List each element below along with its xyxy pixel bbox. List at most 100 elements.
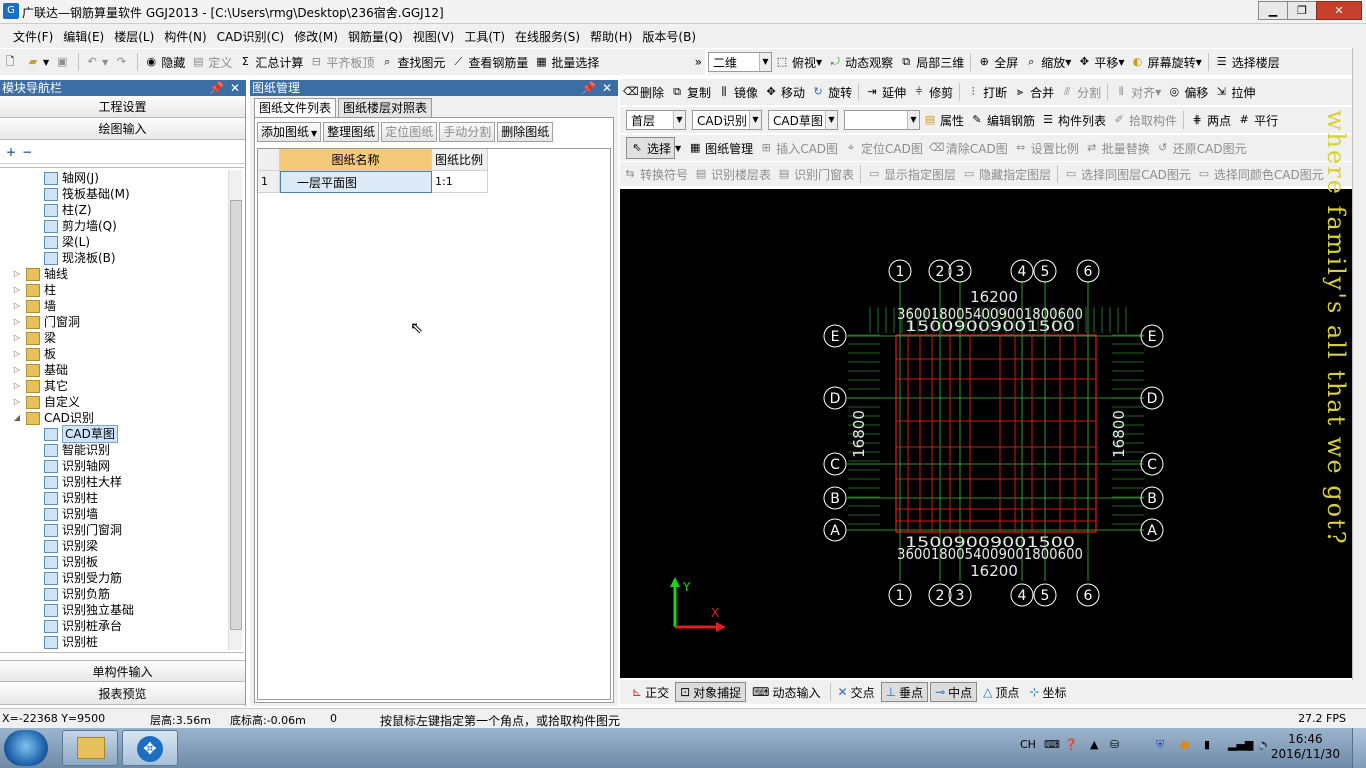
extend-button[interactable]: ⇥ 延伸 xyxy=(862,81,909,103)
show-desktop-button[interactable] xyxy=(1352,728,1366,768)
tree-item[interactable]: ▷ 其它 xyxy=(12,378,68,394)
dm-pin-icon[interactable]: 📌 xyxy=(581,80,596,96)
dynamic-input-toggle[interactable]: ⌨ 动态输入 xyxy=(748,682,824,702)
pan-button[interactable]: ✥ 平移 ▼ xyxy=(1074,51,1127,73)
intersection-snap[interactable]: ✕ 交点 xyxy=(834,682,879,702)
object-snap-toggle[interactable]: ⊡ 对象捕捉 xyxy=(675,682,747,702)
tree-item[interactable]: 识别梁 xyxy=(44,538,98,554)
batch-select-button[interactable]: ▦ 批量选择 xyxy=(531,51,602,73)
cad-sketch-select[interactable]: CAD草图 ▼ xyxy=(768,110,838,130)
toolbar-overflow[interactable]: » xyxy=(692,51,705,73)
new-file-button[interactable]: 🗋 xyxy=(0,51,23,73)
rotate-button[interactable]: ↻ 旋转 xyxy=(808,81,855,103)
top-view-button[interactable]: ⬚ 俯视 ▼ xyxy=(772,51,825,73)
locate-cad-button[interactable]: ⌖ 定位CAD图 xyxy=(841,137,926,159)
open-file-button[interactable]: ▰ ▼ xyxy=(23,51,52,73)
convert-symbol-button[interactable]: ⇆ 转换符号 xyxy=(620,163,691,185)
tree-item[interactable]: 现浇板(B) xyxy=(44,250,116,266)
tray-expand-icon[interactable]: ▲ xyxy=(1090,738,1098,751)
volume-icon[interactable]: 🔈 xyxy=(1258,738,1272,751)
split-button[interactable]: ⫻ 分割 xyxy=(1057,81,1104,103)
select-button[interactable]: ⇖ 选择 xyxy=(626,137,676,159)
manual-split-button[interactable]: 手动分割 xyxy=(439,122,496,142)
tree-item[interactable]: 梁(L) xyxy=(44,234,90,250)
expand-icon[interactable]: ▷ xyxy=(12,282,22,298)
tree-item[interactable]: 柱(Z) xyxy=(44,202,92,218)
hide-layer-button[interactable]: ▭ 隐藏指定图层 xyxy=(959,163,1054,185)
stretch-button[interactable]: ⇲ 拉伸 xyxy=(1211,81,1258,103)
tree-item[interactable]: CAD草图 xyxy=(44,425,118,443)
col-header-scale[interactable]: 图纸比例 xyxy=(432,149,488,171)
ortho-toggle[interactable]: ⊾ 正交 xyxy=(628,682,673,702)
drawing-name-cell[interactable]: 一层平面图 xyxy=(280,171,432,193)
edit-rebar-button[interactable]: ✎ 编辑钢筋 xyxy=(967,109,1038,131)
component-select[interactable]: ▼ xyxy=(844,110,920,130)
collapse-icon[interactable]: ◢ xyxy=(12,410,22,426)
add-drawing-button[interactable]: 添加图纸 ▼ xyxy=(257,122,322,142)
mirror-button[interactable]: ⫼ 镜像 xyxy=(714,81,761,103)
two-points-button[interactable]: ⋕ 两点 xyxy=(1187,109,1234,131)
cad-recog-select[interactable]: CAD识别 ▼ xyxy=(692,110,762,130)
insert-cad-button[interactable]: ⊞ 插入CAD图 xyxy=(756,137,841,159)
view-rebar-button[interactable]: ⟋ 查看钢筋量 xyxy=(448,51,531,73)
menu-floor[interactable]: 楼层(L) xyxy=(109,28,159,45)
tree-item[interactable]: ▷ 轴线 xyxy=(12,266,68,282)
nav-close-icon[interactable]: ✕ xyxy=(230,80,240,96)
expand-icon[interactable]: ▷ xyxy=(12,378,22,394)
show-layer-button[interactable]: ▭ 显示指定图层 xyxy=(864,163,959,185)
tab-file-list[interactable]: 图纸文件列表 xyxy=(254,98,337,118)
tree-item[interactable]: ▷ 墙 xyxy=(12,298,56,314)
tree-item[interactable]: ▷ 梁 xyxy=(12,330,56,346)
tree-item[interactable]: 识别桩承台 xyxy=(44,618,122,634)
tree-item[interactable]: ▷ 基础 xyxy=(12,362,68,378)
delete-button[interactable]: ⌫ 删除 xyxy=(620,81,667,103)
menu-edit[interactable]: 编辑(E) xyxy=(58,28,109,45)
menu-file[interactable]: 文件(F) xyxy=(8,28,58,45)
parallel-button[interactable]: # 平行 xyxy=(1234,109,1281,131)
keyboard-icon[interactable]: ⌨ xyxy=(1044,738,1060,751)
batch-replace-button[interactable]: ⇄ 批量替换 xyxy=(1082,137,1153,159)
clock[interactable]: 16:46 2016/11/30 xyxy=(1271,732,1340,762)
cad-canvas[interactable]: 1 1 2 2 3 3 4 4 5 5 6 6 E E D D C C B B A A 16200 16200 36001800… xyxy=(620,189,1352,678)
tree-item[interactable]: 识别柱 xyxy=(44,490,98,506)
same-color-button[interactable]: ▭ 选择同颜色CAD图元 xyxy=(1194,163,1327,185)
floor-select[interactable]: 首层 ▼ xyxy=(626,110,686,130)
component-list-button[interactable]: ☰ 构件列表 xyxy=(1038,109,1109,131)
recog-floor-table-button[interactable]: ▤ 识别楼层表 xyxy=(691,163,774,185)
tab-floor-map[interactable]: 图纸楼层对照表 xyxy=(338,98,433,118)
close-button[interactable]: ✕ xyxy=(1316,1,1362,20)
menu-help[interactable]: 帮助(H) xyxy=(585,28,637,45)
right-scroll-strip[interactable] xyxy=(1352,48,1366,680)
explorer-taskbar-button[interactable] xyxy=(62,730,118,766)
zoom-button[interactable]: ⌕ 缩放 ▼ xyxy=(1021,51,1074,73)
tree-item[interactable]: 识别板 xyxy=(44,554,98,570)
trim-button[interactable]: ⫩ 修剪 xyxy=(909,81,956,103)
flush-top-button[interactable]: ⊟ 平齐板顶 xyxy=(306,51,377,73)
tree-item[interactable]: 轴网(J) xyxy=(44,170,99,186)
expand-all-icon[interactable]: + xyxy=(6,145,16,159)
offset-button[interactable]: ◎ 偏移 xyxy=(1164,81,1211,103)
select-floor-button[interactable]: ☰ 选择楼层 xyxy=(1212,51,1283,73)
minimize-button[interactable]: ▁ xyxy=(1258,1,1288,20)
menu-tools[interactable]: 工具(T) xyxy=(459,28,510,45)
undo-button[interactable]: ↶ ▼ xyxy=(82,51,111,73)
tree-item[interactable]: ◢ CAD识别 xyxy=(12,410,94,426)
tree-item[interactable]: 识别受力筋 xyxy=(44,570,122,586)
local-3d-button[interactable]: ⧉ 局部三维 xyxy=(896,51,967,73)
delete-drawing-button[interactable]: 删除图纸 xyxy=(497,122,554,142)
menu-view[interactable]: 视图(V) xyxy=(408,28,460,45)
tree-item[interactable]: ▷ 自定义 xyxy=(12,394,80,410)
report-preview-bar[interactable]: 报表预览 xyxy=(0,683,245,705)
tree-item[interactable]: 识别桩 xyxy=(44,634,98,650)
expand-icon[interactable]: ▷ xyxy=(12,266,22,282)
tree-item[interactable]: 识别墙 xyxy=(44,506,98,522)
col-header-name[interactable]: 图纸名称 xyxy=(280,149,432,171)
expand-icon[interactable]: ▷ xyxy=(12,298,22,314)
scroll-thumb[interactable] xyxy=(230,200,242,630)
expand-icon[interactable]: ▷ xyxy=(12,330,22,346)
drawing-mgmt-button[interactable]: ▦ 图纸管理 xyxy=(685,137,756,159)
perpendicular-snap[interactable]: ⊥ 垂点 xyxy=(880,682,929,702)
help-icon[interactable]: ❓ xyxy=(1064,738,1078,751)
drawing-scale-cell[interactable]: 1:1 xyxy=(432,171,488,193)
restore-button[interactable]: ❐ xyxy=(1287,1,1317,20)
